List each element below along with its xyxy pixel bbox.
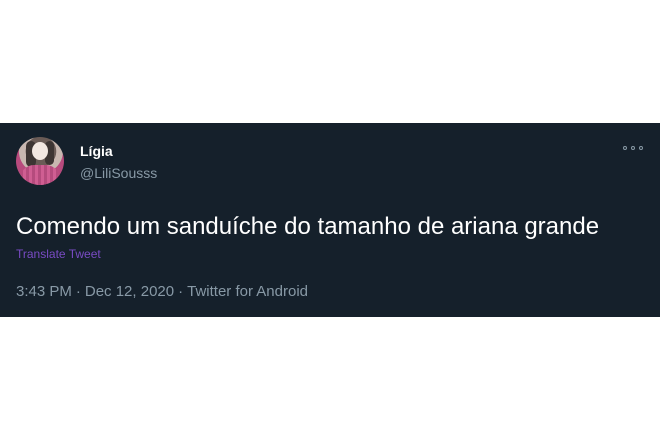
metadata-separator: ·	[178, 283, 184, 300]
avatar[interactable]	[16, 137, 64, 185]
more-options-dot-2	[631, 146, 635, 150]
avatar-shirt	[20, 165, 60, 185]
user-handle[interactable]: @LiliSousss	[80, 165, 157, 181]
display-name[interactable]: Lígia	[80, 143, 113, 159]
more-options-dot-3	[639, 146, 643, 150]
more-options-icon[interactable]	[623, 143, 643, 153]
tweet-card: Lígia @LiliSousss Comendo um sanduíche d…	[0, 123, 660, 317]
avatar-face	[32, 142, 48, 160]
tweet-metadata: 3:43 PM · Dec 12, 2020 · Twitter for Android	[16, 283, 308, 301]
tweet-time[interactable]: 3:43 PM	[16, 283, 72, 300]
tweet-text: Comendo um sanduíche do tamanho de arian…	[16, 213, 600, 240]
tweet-source[interactable]: Twitter for Android	[187, 283, 308, 300]
tweet-date[interactable]: Dec 12, 2020	[85, 283, 174, 300]
metadata-separator: ·	[75, 283, 81, 300]
translate-tweet-link[interactable]: Translate Tweet	[16, 247, 101, 261]
more-options-dot-1	[623, 146, 627, 150]
